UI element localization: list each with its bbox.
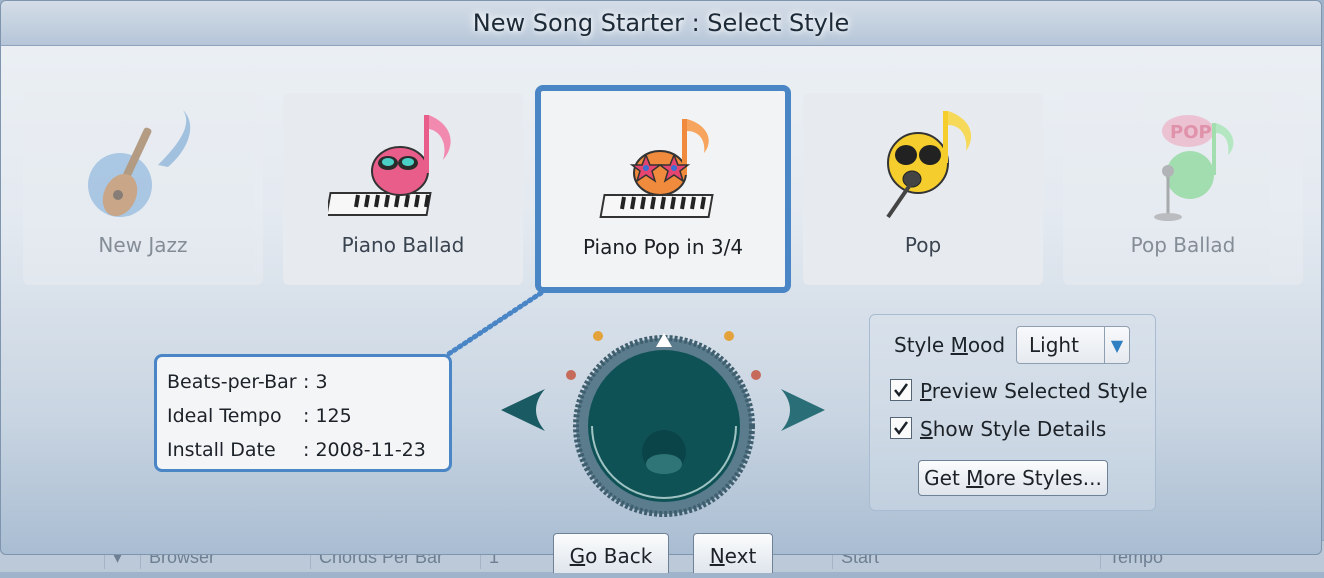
next-button[interactable]: Next xyxy=(693,533,773,573)
install-date-row: Install Date : 2008-11-23 xyxy=(167,435,439,469)
style-selector-knob-area xyxy=(499,319,829,519)
style-label: Pop xyxy=(904,233,942,257)
dropdown-arrow-icon[interactable]: ▼ xyxy=(1104,327,1129,363)
style-mood-label-start: Style xyxy=(894,333,951,357)
piano-ballad-note-icon xyxy=(328,115,451,216)
preview-label-text: review Selected Style xyxy=(931,379,1148,403)
style-card-piano-ballad[interactable]: Piano Ballad xyxy=(283,93,523,285)
show-style-details-label: Show Style Details xyxy=(920,417,1106,441)
previous-style-arrow-icon[interactable] xyxy=(499,387,547,433)
dialog-title: New Song Starter : Select Style xyxy=(1,1,1321,46)
piano-pop-note-icon xyxy=(599,119,714,218)
preview-selected-style-label: Preview Selected Style xyxy=(920,379,1148,403)
show-style-details-checkbox[interactable] xyxy=(890,417,912,439)
install-date-label: Install Date xyxy=(167,439,276,461)
style-mood-label-access-key: M xyxy=(950,333,968,357)
install-date-value: : 2008-11-23 xyxy=(303,439,426,461)
details-label-access-key: S xyxy=(920,417,933,441)
ideal-tempo-label: Ideal Tempo xyxy=(167,405,282,427)
go-back-access-key: G xyxy=(569,544,586,568)
next-access-key: N xyxy=(709,544,725,568)
style-card-piano-pop-selected[interactable]: Piano Pop in 3/4 xyxy=(535,85,791,293)
style-mood-value: Light xyxy=(1029,333,1079,357)
new-song-starter-dialog: New Song Starter : Select Style New Jazz xyxy=(0,0,1322,573)
guitar-note-icon xyxy=(88,110,191,217)
preview-selected-style-checkbox[interactable] xyxy=(890,379,912,401)
style-mood-label: Style Mood xyxy=(894,333,1005,357)
next-label: ext xyxy=(724,544,757,568)
ideal-tempo-value: : 125 xyxy=(303,405,352,427)
get-more-styles-button[interactable]: Get More Styles... xyxy=(918,460,1108,496)
preview-label-access-key: P xyxy=(920,379,932,403)
style-details-box: Beats-per-Bar : 3 Ideal Tempo : 125 Instal… xyxy=(154,354,452,472)
get-more-label-access-key: M xyxy=(966,466,984,490)
pop-mic-note-icon xyxy=(886,111,972,219)
style-card-pop[interactable]: Pop xyxy=(803,93,1043,285)
style-knob[interactable] xyxy=(559,319,769,519)
go-back-button[interactable]: Go Back xyxy=(553,533,669,573)
get-more-label-end: ore Styles... xyxy=(983,466,1102,490)
get-more-label-start: Get xyxy=(924,466,967,490)
beats-per-bar-value: : 3 xyxy=(303,371,328,393)
style-mood-select[interactable]: Light ▼ xyxy=(1016,326,1130,364)
ideal-tempo-row: Ideal Tempo : 125 xyxy=(167,401,439,435)
style-label: New Jazz xyxy=(98,233,188,257)
style-label: Piano Ballad xyxy=(341,233,465,257)
beats-per-bar-label: Beats-per-Bar xyxy=(167,371,297,393)
beats-per-bar-row: Beats-per-Bar : 3 xyxy=(167,367,439,401)
details-label-text: how Style Details xyxy=(932,417,1107,441)
checkmark-icon xyxy=(894,383,909,398)
checkmark-icon xyxy=(894,421,909,436)
pop-ballad-note-icon: POP xyxy=(1154,115,1234,221)
style-label: Piano Pop in 3/4 xyxy=(582,235,744,259)
next-style-arrow-icon[interactable] xyxy=(779,387,827,433)
go-back-label: o Back xyxy=(585,544,653,568)
style-card-pop-ballad[interactable]: POP Pop Ballad xyxy=(1063,93,1303,285)
style-label: Pop Ballad xyxy=(1130,233,1236,257)
style-options-panel: Style Mood Light ▼ Preview Selected Styl… xyxy=(869,314,1156,511)
style-mood-label-end: ood xyxy=(967,333,1006,357)
svg-text:POP: POP xyxy=(1170,122,1212,143)
style-card-new-jazz[interactable]: New Jazz xyxy=(23,93,263,285)
